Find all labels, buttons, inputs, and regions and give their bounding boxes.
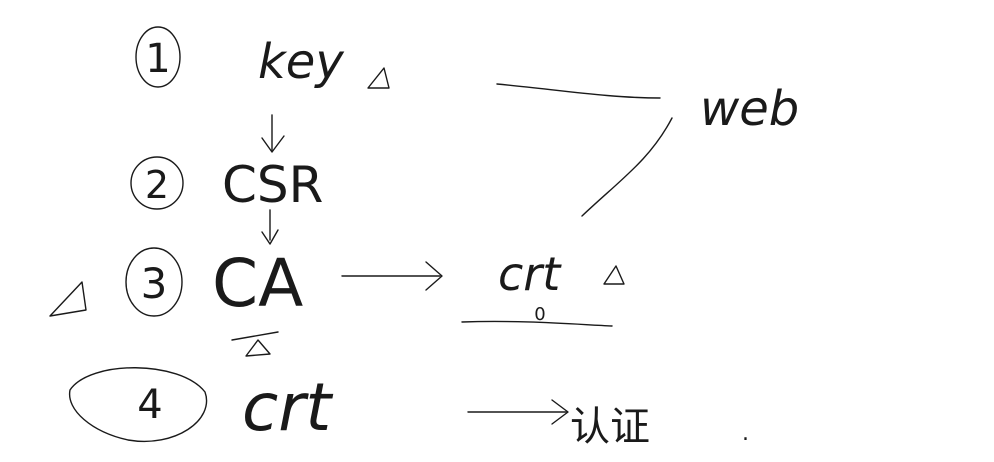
- trailing-dot: .: [742, 421, 749, 446]
- key-triangle-mark: [367, 67, 390, 89]
- certificate-flow-sketch: 1 key web 2 CSR 3 CA crt 0 4 crt 认证 .: [49, 26, 799, 450]
- crt-triangle-mark: [603, 265, 625, 285]
- web-to-crt-line: [581, 117, 673, 217]
- step-1-number: 1: [145, 36, 170, 82]
- step-2-label: CSR: [222, 156, 323, 214]
- crt-output-label: crt: [498, 247, 562, 301]
- step-3-label: CA: [212, 245, 303, 322]
- ca-under-stroke: [231, 331, 279, 341]
- step-2-number: 2: [145, 163, 169, 207]
- step-4-number: 4: [137, 382, 162, 428]
- arrow-key-to-csr-head: [261, 135, 285, 153]
- ca-triangle-mark: [49, 281, 87, 317]
- step-1-label: key: [258, 34, 344, 90]
- handwritten-canvas: 1 key web 2 CSR 3 CA crt 0 4 crt 认证 .: [0, 0, 994, 462]
- ca-under-triangle: [245, 339, 271, 357]
- web-label: web: [700, 81, 799, 137]
- step-4-label: crt: [242, 369, 333, 446]
- verify-label: 认证: [570, 404, 650, 450]
- key-to-web-line: [496, 83, 661, 99]
- step-3-number: 3: [141, 259, 168, 308]
